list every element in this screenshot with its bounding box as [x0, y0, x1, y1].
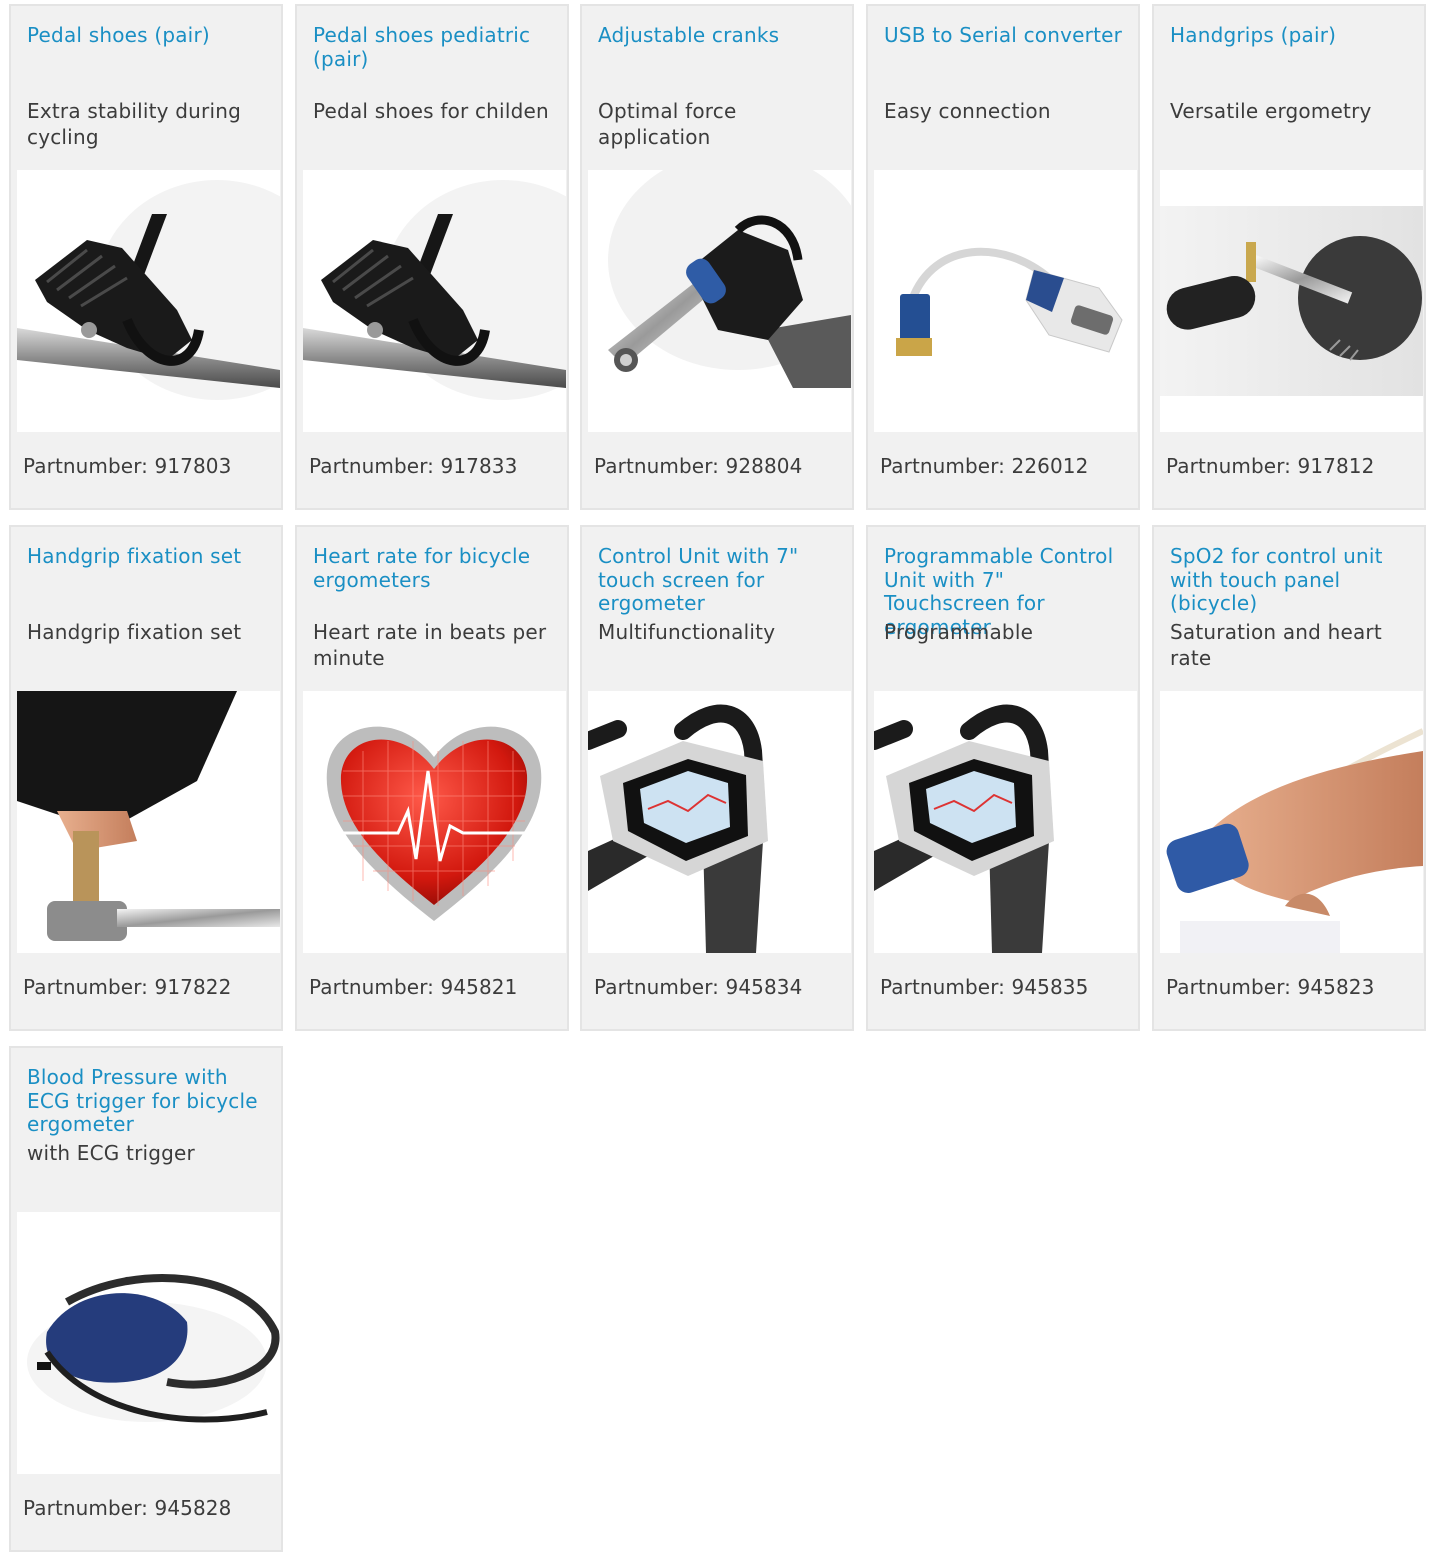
product-subtitle: Extra stability during cycling — [27, 99, 241, 149]
part-number: Partnumber: 945821 — [309, 974, 517, 1000]
control-unit-icon — [588, 691, 851, 953]
product-subtitle: Multifunctionality — [598, 620, 776, 644]
product-image[interactable] — [874, 170, 1137, 432]
product-title-link[interactable]: Handgrips (pair) — [1170, 23, 1418, 48]
product-card[interactable]: Programmable Control Unit with 7" Touchs… — [866, 525, 1140, 1031]
part-number-value: 945823 — [1297, 975, 1375, 999]
product-image[interactable] — [303, 691, 566, 953]
product-title-link[interactable]: Adjustable cranks — [598, 23, 846, 48]
part-number: Partnumber: 917833 — [309, 453, 517, 479]
product-card[interactable]: Pedal shoes pediatric (pair) Pedal shoes… — [295, 4, 569, 510]
product-card[interactable]: Handgrip fixation set Handgrip fixation … — [9, 525, 283, 1031]
part-number-label: Partnumber: — [594, 454, 720, 478]
part-number-label: Partnumber: — [1166, 975, 1292, 999]
part-number-value: 945821 — [440, 975, 518, 999]
product-image[interactable] — [588, 691, 851, 953]
part-number-value: 917812 — [1297, 454, 1375, 478]
product-title-link[interactable]: Handgrip fixation set — [27, 544, 275, 569]
product-subtitle: Easy connection — [884, 99, 1051, 123]
part-number-label: Partnumber: — [1166, 454, 1292, 478]
part-number-label: Partnumber: — [880, 454, 1006, 478]
part-number-label: Partnumber: — [594, 975, 720, 999]
product-image[interactable] — [874, 691, 1137, 953]
product-subtitle: Heart rate in beats per minute — [313, 620, 547, 670]
product-card[interactable]: Handgrips (pair) Versatile ergometry Par… — [1152, 4, 1426, 510]
part-number: Partnumber: 945823 — [1166, 974, 1374, 1000]
product-image[interactable] — [17, 1212, 280, 1474]
product-title-link[interactable]: Blood Pressure with ECG trigger for bicy… — [27, 1065, 275, 1137]
part-number: Partnumber: 928804 — [594, 453, 802, 479]
product-title-link[interactable]: Pedal shoes (pair) — [27, 23, 275, 48]
product-card[interactable]: SpO2 for control unit with touch panel (… — [1152, 525, 1426, 1031]
product-image[interactable] — [588, 170, 851, 432]
product-title-link[interactable]: SpO2 for control unit with touch panel (… — [1170, 544, 1418, 616]
product-card[interactable]: Pedal shoes (pair) Extra stability durin… — [9, 4, 283, 510]
product-subtitle: Optimal force application — [598, 99, 737, 149]
part-number: Partnumber: 917822 — [23, 974, 231, 1000]
control-unit-icon — [874, 691, 1137, 953]
product-subtitle: Pedal shoes for childen — [313, 99, 549, 123]
usb-serial-icon — [874, 170, 1137, 432]
product-image[interactable] — [17, 170, 280, 432]
heart-icon — [303, 691, 566, 953]
part-number: Partnumber: 917812 — [1166, 453, 1374, 479]
part-number-value: 226012 — [1011, 454, 1089, 478]
product-card[interactable]: USB to Serial converter Easy connection … — [866, 4, 1140, 510]
product-title-link[interactable]: Pedal shoes pediatric (pair) — [313, 23, 561, 71]
product-subtitle: Programmable — [884, 620, 1034, 644]
product-subtitle: with ECG trigger — [27, 1141, 195, 1165]
part-number-value: 945834 — [725, 975, 803, 999]
part-number: Partnumber: 945834 — [594, 974, 802, 1000]
product-title-link[interactable]: Control Unit with 7" touch screen for er… — [598, 544, 846, 616]
product-card[interactable]: Heart rate for bicycle ergometers Heart … — [295, 525, 569, 1031]
part-number: Partnumber: 226012 — [880, 453, 1088, 479]
part-number-value: 917803 — [154, 454, 232, 478]
product-subtitle: Saturation and heart rate — [1170, 620, 1382, 670]
product-subtitle: Versatile ergometry — [1170, 99, 1372, 123]
fixation-set-icon — [17, 691, 280, 953]
product-title-link[interactable]: Heart rate for bicycle ergometers — [313, 544, 561, 592]
handgrip-icon — [1160, 170, 1423, 432]
product-title-link[interactable]: USB to Serial converter — [884, 23, 1132, 48]
pedal-shoe-icon — [303, 170, 566, 432]
part-number-value: 945828 — [154, 1496, 232, 1520]
part-number-value: 917822 — [154, 975, 232, 999]
product-image[interactable] — [1160, 170, 1423, 432]
product-card[interactable]: Control Unit with 7" touch screen for er… — [580, 525, 854, 1031]
part-number-value: 917833 — [440, 454, 518, 478]
product-image[interactable] — [17, 691, 280, 953]
part-number-label: Partnumber: — [23, 975, 149, 999]
blood-pressure-cuff-icon — [17, 1212, 280, 1474]
crank-icon — [588, 170, 851, 432]
product-image[interactable] — [1160, 691, 1423, 953]
part-number-value: 945835 — [1011, 975, 1089, 999]
part-number: Partnumber: 917803 — [23, 453, 231, 479]
finger-sensor-icon — [1160, 691, 1423, 953]
part-number: Partnumber: 945835 — [880, 974, 1088, 1000]
pedal-shoe-icon — [17, 170, 280, 432]
product-card[interactable]: Blood Pressure with ECG trigger for bicy… — [9, 1046, 283, 1552]
part-number-label: Partnumber: — [880, 975, 1006, 999]
part-number-label: Partnumber: — [309, 975, 435, 999]
part-number-label: Partnumber: — [309, 454, 435, 478]
part-number-value: 928804 — [725, 454, 803, 478]
part-number-label: Partnumber: — [23, 454, 149, 478]
part-number: Partnumber: 945828 — [23, 1495, 231, 1521]
product-image[interactable] — [303, 170, 566, 432]
product-subtitle: Handgrip fixation set — [27, 620, 242, 644]
product-card[interactable]: Adjustable cranks Optimal force applicat… — [580, 4, 854, 510]
part-number-label: Partnumber: — [23, 1496, 149, 1520]
